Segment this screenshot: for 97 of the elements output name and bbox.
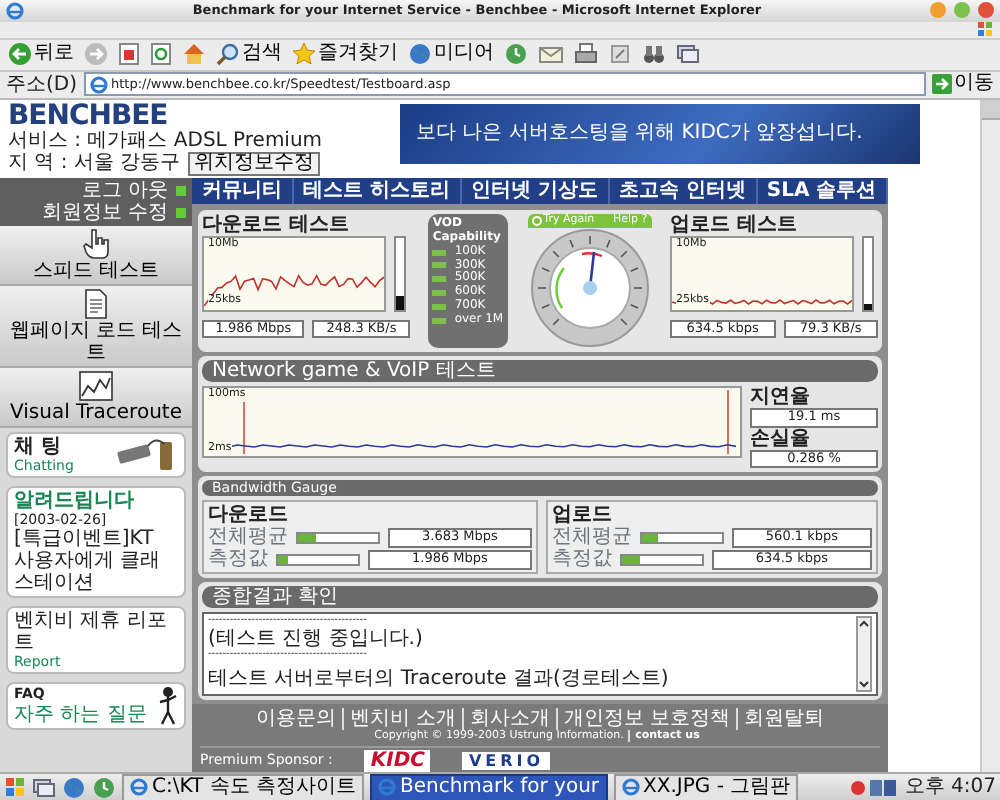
site-logo: BENCHBEE: [8, 101, 170, 130]
back-button[interactable]: 뒤로: [6, 42, 76, 67]
address-label: 주소(D): [6, 73, 78, 96]
card-title: 벤치비 제휴 리포트: [14, 609, 169, 654]
refresh-icon: [150, 42, 172, 67]
windows-logo-icon: [4, 776, 26, 798]
home-icon: [182, 42, 206, 67]
refresh-button[interactable]: [148, 42, 174, 67]
close-button[interactable]: [978, 2, 994, 19]
section-header: Network game & VoIP 테스트: [202, 360, 878, 383]
star-icon: [292, 42, 316, 67]
account-link[interactable]: 회원정보 수정: [41, 201, 168, 224]
edit-icon: [608, 42, 632, 67]
taskbar-button[interactable]: Benchmark for your: [369, 773, 608, 800]
windows-logo-icon: [976, 20, 994, 39]
forward-icon: [84, 42, 108, 67]
test-title: 업로드 테스트: [669, 213, 799, 236]
account-link[interactable]: 로그 아웃: [81, 179, 168, 202]
mail-button[interactable]: [536, 42, 566, 67]
browser-icon: [89, 75, 108, 94]
gauge-label: 측정값: [208, 548, 268, 571]
nav-link[interactable]: 커뮤니티: [192, 177, 294, 204]
footer-link[interactable]: 회사소개: [462, 708, 556, 731]
taskbar-button[interactable]: XX.JPG - 그림판: [613, 773, 799, 800]
side-nav-item[interactable]: 스피드 테스트: [0, 225, 192, 286]
stop-button[interactable]: [116, 42, 142, 67]
browser-icon: [6, 1, 24, 20]
scrollbar-drawing: [856, 616, 872, 693]
refresh-icon: [531, 216, 542, 227]
taskbar-button[interactable]: C:\KT 속도 측정사이트: [122, 773, 364, 800]
history-icon: [504, 42, 528, 67]
maximize-button[interactable]: [954, 2, 970, 19]
globe-icon: [62, 775, 86, 799]
forward-button[interactable]: [82, 42, 110, 67]
arrow-square-icon: [176, 185, 186, 196]
history-button[interactable]: [502, 42, 530, 67]
sponsor-logo: KIDC: [364, 749, 431, 772]
line-chart-icon: [78, 369, 114, 402]
arrow-square-icon: [176, 207, 186, 218]
windows-icon: [32, 775, 56, 799]
stat-label: 지연율: [750, 386, 812, 409]
region-text: 지 역 : 서울 강동구: [8, 152, 181, 175]
browser-icon: [621, 778, 640, 796]
card-title: 채 팅: [14, 435, 63, 458]
side-nav-item[interactable]: Visual Traceroute: [0, 367, 192, 428]
nav-link[interactable]: 인터넷 기상도: [461, 177, 610, 204]
browser-icon: [377, 778, 396, 796]
nav-link[interactable]: 초고속 인터넷: [609, 177, 758, 204]
footer-link[interactable]: 이용문의: [249, 708, 342, 731]
edit-button[interactable]: [606, 42, 634, 67]
nav-link[interactable]: 테스트 히스토리: [293, 177, 462, 204]
notice-text: [특급이벤트]KT 사용자에게 클래스테이션: [14, 527, 163, 594]
pointing-hand-icon: [82, 227, 110, 260]
media-button[interactable]: 미디어: [406, 42, 496, 67]
search-button[interactable]: 검색: [214, 42, 284, 67]
footer-link[interactable]: 회원탈퇴: [736, 708, 831, 731]
favorites-button[interactable]: 즐겨찾기: [290, 42, 400, 67]
sponsor-logo: VERIO: [462, 751, 551, 770]
card-subtitle: 자주 하는 질문: [14, 703, 147, 725]
gauge-label: 전체평균: [551, 526, 632, 549]
minimize-button[interactable]: [930, 2, 946, 19]
print-button[interactable]: [572, 42, 600, 67]
document-icon: [82, 287, 110, 320]
stop-icon: [118, 42, 140, 67]
go-arrow-icon: [932, 74, 952, 95]
gauge-label: 전체평균: [208, 526, 288, 549]
group-title: 업로드: [551, 504, 614, 527]
back-icon: [8, 42, 32, 67]
windows-button[interactable]: [674, 42, 702, 67]
home-button[interactable]: [180, 42, 208, 67]
nav-link[interactable]: SLA 솔루션: [757, 177, 888, 204]
footer-link[interactable]: 벤치비 소개: [341, 708, 462, 731]
binoculars-icon: [642, 42, 666, 67]
clock: 오후 4:07: [904, 776, 996, 798]
browser-icon: [130, 778, 148, 796]
footer-link[interactable]: 개인정보 보호정책: [556, 708, 737, 731]
group-title: 다운로드: [208, 504, 290, 527]
printer-icon: [574, 42, 598, 67]
card-title: 알려드립니다: [14, 489, 136, 512]
banner: 보다 나은 서버호스팅을 위해 KIDC가 앞장섭니다.: [400, 103, 920, 164]
stat-label: 손실율: [750, 427, 812, 450]
binoculars-button[interactable]: [640, 42, 668, 67]
globe-icon: [408, 42, 432, 67]
location-button[interactable]: 위치정보수정: [188, 151, 321, 176]
gauge-label: 측정값: [551, 548, 612, 571]
side-nav-item[interactable]: 웹페이지 로드 테스트: [0, 285, 192, 368]
start-button[interactable]: [4, 776, 26, 798]
service-text: 서비스 : 메가패스 ADSL Premium: [8, 129, 325, 152]
stick-figure-drawing: [158, 685, 178, 726]
section-header: 종합결과 확인: [202, 586, 878, 609]
speed-gauge-drawing: [529, 228, 650, 349]
search-icon: [216, 42, 240, 67]
cable-plug-drawing: [114, 436, 178, 473]
test-title: 다운로드 테스트: [202, 213, 351, 236]
mail-icon: [538, 42, 564, 67]
go-button[interactable]: 이동: [932, 74, 994, 95]
history-icon: [92, 775, 116, 799]
